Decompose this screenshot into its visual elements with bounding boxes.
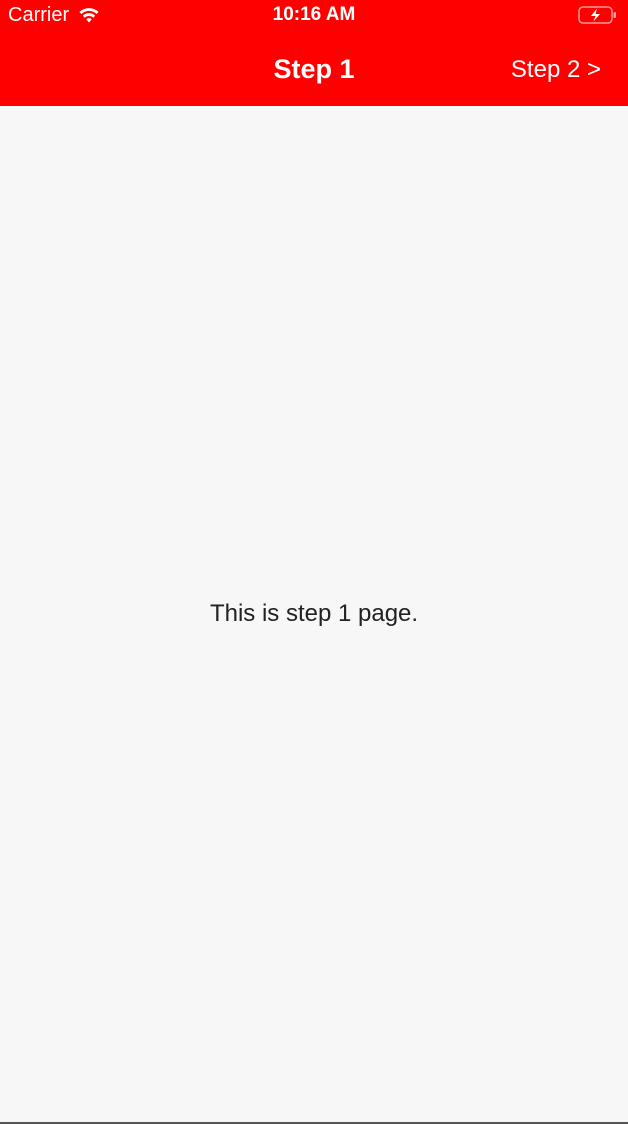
battery-charging-icon	[578, 6, 616, 24]
status-time: 10:16 AM	[272, 4, 356, 25]
step-message: This is step 1 page.	[209, 600, 419, 627]
status-bar: Carrier 10:16 AM	[0, 0, 628, 32]
next-step-button[interactable]: Step 2 >	[511, 54, 601, 86]
main-content: This is step 1 page.	[0, 106, 628, 1122]
app-screen: Carrier 10:16 AM Step 1 Step 2 > This is…	[0, 0, 628, 1124]
navigation-bar: Step 1 Step 2 >	[0, 40, 628, 98]
app-header: Carrier 10:16 AM Step 1 Step 2 >	[0, 0, 628, 106]
